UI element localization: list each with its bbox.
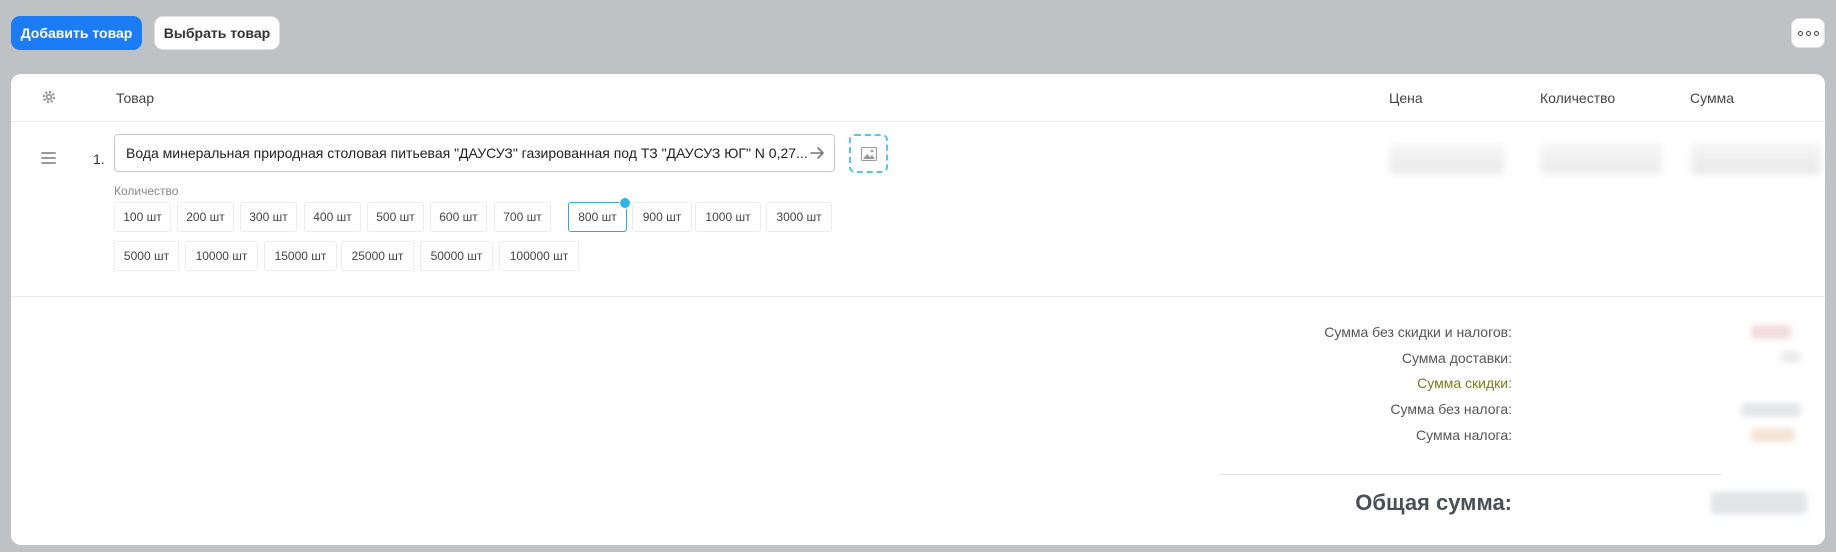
quantity-option[interactable]: 500 шт bbox=[367, 202, 424, 232]
grand-total-value bbox=[1711, 492, 1807, 514]
quantity-option[interactable]: 100000 шт bbox=[499, 241, 579, 271]
image-icon bbox=[860, 146, 877, 161]
select-product-button[interactable]: Выбрать товар bbox=[154, 16, 280, 50]
subtotal-label: Сумма без скидки и налогов: bbox=[1324, 324, 1512, 340]
header-price: Цена bbox=[1389, 90, 1423, 106]
quantity-option[interactable]: 50000 шт bbox=[420, 241, 493, 271]
quantity-field[interactable] bbox=[1540, 142, 1662, 174]
quantity-option[interactable]: 200 шт bbox=[177, 202, 234, 232]
header-sum: Сумма bbox=[1690, 90, 1734, 106]
subtotal-value bbox=[1751, 325, 1791, 339]
quantity-option[interactable]: 3000 шт bbox=[766, 202, 832, 232]
selected-quantity-label: 800 шт bbox=[578, 210, 617, 224]
quantity-option[interactable]: 600 шт bbox=[430, 202, 487, 232]
quantity-option[interactable]: 900 шт bbox=[632, 202, 692, 232]
tax-value bbox=[1751, 428, 1795, 442]
tax-label: Сумма налога: bbox=[1416, 427, 1512, 443]
more-dots-icon bbox=[1797, 30, 1819, 36]
arrow-right-icon[interactable] bbox=[808, 144, 826, 162]
header-product: Товар bbox=[116, 90, 155, 106]
quantity-option[interactable]: 15000 шт bbox=[264, 241, 337, 271]
order-totals: Сумма без скидки и налогов: Сумма достав… bbox=[11, 297, 1825, 545]
delivery-label: Сумма доставки: bbox=[1401, 350, 1512, 366]
quantity-option[interactable]: 400 шт bbox=[304, 202, 361, 232]
more-options-button[interactable] bbox=[1791, 18, 1825, 48]
row-number: 1. bbox=[93, 151, 105, 167]
quantity-option[interactable]: 25000 шт bbox=[341, 241, 414, 271]
quantity-option[interactable]: 1000 шт bbox=[695, 202, 761, 232]
quantity-option-selected[interactable]: 800 шт bbox=[568, 197, 631, 232]
product-name-input[interactable]: Вода минеральная природная столовая пить… bbox=[114, 134, 835, 172]
table-header: Товар Цена Количество Сумма bbox=[11, 74, 1825, 122]
header-quantity: Количество bbox=[1540, 90, 1616, 106]
table-row: 1. Вода минеральная природная столовая п… bbox=[11, 122, 1825, 297]
quantity-option[interactable]: 100 шт bbox=[114, 202, 171, 232]
check-icon bbox=[619, 197, 631, 209]
quantity-option[interactable]: 700 шт bbox=[494, 202, 551, 232]
totals-divider bbox=[1220, 474, 1721, 475]
pretax-label: Сумма без налога: bbox=[1390, 401, 1512, 417]
drag-handle-icon[interactable] bbox=[41, 152, 56, 167]
quantity-label: Количество bbox=[114, 184, 179, 198]
price-field[interactable] bbox=[1389, 144, 1504, 174]
quantity-option[interactable]: 300 шт bbox=[240, 202, 297, 232]
add-product-button[interactable]: Добавить товар bbox=[11, 16, 142, 50]
sum-field bbox=[1691, 142, 1821, 174]
delivery-value bbox=[1781, 351, 1801, 363]
add-image-button[interactable] bbox=[849, 134, 888, 173]
order-card: Товар Цена Количество Сумма 1. Вода мине… bbox=[11, 74, 1825, 545]
quantity-option[interactable]: 10000 шт bbox=[185, 241, 258, 271]
quantity-option[interactable]: 5000 шт bbox=[114, 241, 179, 271]
pretax-value bbox=[1741, 403, 1801, 417]
product-name-text: Вода минеральная природная столовая пить… bbox=[126, 145, 808, 161]
grand-total-label: Общая сумма: bbox=[1355, 490, 1512, 515]
gear-icon[interactable] bbox=[41, 89, 57, 105]
discount-label: Сумма скидки: bbox=[1417, 375, 1512, 391]
